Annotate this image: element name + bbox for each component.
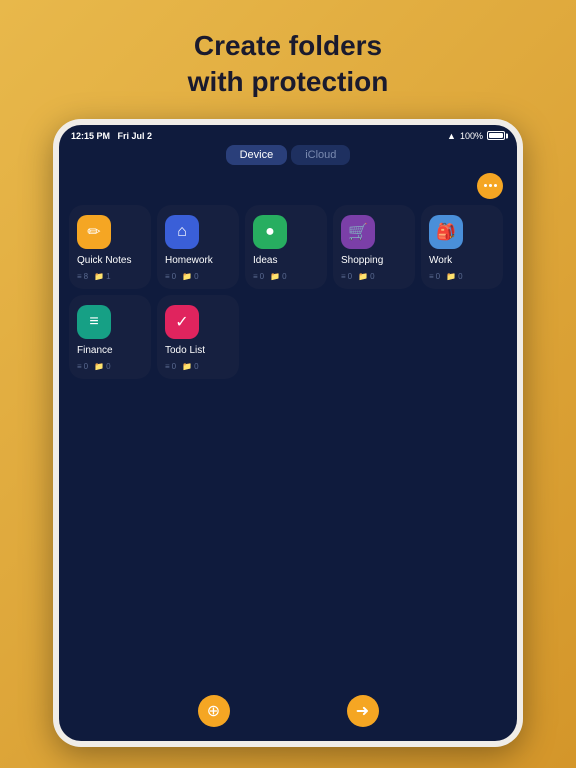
folder-meta-ideas: ≡ 0 📁 0 (253, 272, 287, 281)
import-icon: ➜ (356, 701, 369, 721)
folder-name-ideas: Ideas (253, 255, 277, 266)
folder-icon-work: 🎒 (429, 215, 463, 249)
headline: Create folders with protection (188, 28, 389, 101)
folder-meta-quick-notes: ≡ 8 📁 1 (77, 272, 111, 281)
battery-icon (487, 131, 505, 140)
ipad-frame: 12:15 PM Fri Jul 2 ▲ 100% Device iCloud (53, 119, 523, 747)
dot1 (484, 184, 487, 187)
import-button[interactable]: ➜ (347, 695, 379, 727)
ipad-screen: 12:15 PM Fri Jul 2 ▲ 100% Device iCloud (59, 125, 517, 741)
add-note-button[interactable]: ⊕ (198, 695, 230, 727)
notes-count-todo-list: ≡ 0 (165, 362, 176, 371)
folder-meta-todo-list: ≡ 0 📁 0 (165, 362, 199, 371)
folder-icon-quick-notes: ✏ (77, 215, 111, 249)
bottom-bar: ⊕ ➜ (59, 685, 517, 741)
folders-grid: ✏ Quick Notes ≡ 8 📁 1 ⌂ Homework ≡ (59, 205, 517, 379)
folder-card-homework[interactable]: ⌂ Homework ≡ 0 📁 0 (157, 205, 239, 289)
tab-bar: Device iCloud (59, 145, 517, 171)
subfolders-count-finance: 📁 0 (94, 362, 110, 371)
menu-bar (59, 171, 517, 205)
status-bar: 12:15 PM Fri Jul 2 ▲ 100% (59, 125, 517, 145)
folder-meta-shopping: ≡ 0 📁 0 (341, 272, 375, 281)
dot2 (489, 184, 492, 187)
menu-dots-button[interactable] (477, 173, 503, 199)
subfolders-count-shopping: 📁 0 (358, 272, 374, 281)
folder-name-shopping: Shopping (341, 255, 383, 266)
notes-count-work: ≡ 0 (429, 272, 440, 281)
dot3 (494, 184, 497, 187)
folder-meta-finance: ≡ 0 📁 0 (77, 362, 111, 371)
status-right: ▲ 100% (447, 131, 505, 141)
add-icon: ⊕ (207, 701, 220, 721)
notes-count-quick-notes: ≡ 8 (77, 272, 88, 281)
folder-card-quick-notes[interactable]: ✏ Quick Notes ≡ 8 📁 1 (69, 205, 151, 289)
folder-card-shopping[interactable]: 🛒 Shopping ≡ 0 📁 0 (333, 205, 415, 289)
subfolders-count-todo-list: 📁 0 (182, 362, 198, 371)
folder-icon-todo-list: ✓ (165, 305, 199, 339)
notes-count-finance: ≡ 0 (77, 362, 88, 371)
notes-count-ideas: ≡ 0 (253, 272, 264, 281)
battery-label: 100% (460, 131, 483, 141)
folder-name-work: Work (429, 255, 452, 266)
subfolders-count-work: 📁 0 (446, 272, 462, 281)
folder-card-ideas[interactable]: ● Ideas ≡ 0 📁 0 (245, 205, 327, 289)
subfolders-count-ideas: 📁 0 (270, 272, 286, 281)
subfolders-count-quick-notes: 📁 1 (94, 272, 110, 281)
folder-meta-work: ≡ 0 📁 0 (429, 272, 463, 281)
folder-card-todo-list[interactable]: ✓ Todo List ≡ 0 📁 0 (157, 295, 239, 379)
notes-count-homework: ≡ 0 (165, 272, 176, 281)
folder-name-homework: Homework (165, 255, 213, 266)
folder-icon-finance: ≡ (77, 305, 111, 339)
notes-count-shopping: ≡ 0 (341, 272, 352, 281)
folder-icon-ideas: ● (253, 215, 287, 249)
folder-name-todo-list: Todo List (165, 345, 205, 356)
folder-name-finance: Finance (77, 345, 113, 356)
tab-device[interactable]: Device (226, 145, 288, 165)
folder-icon-homework: ⌂ (165, 215, 199, 249)
folder-card-work[interactable]: 🎒 Work ≡ 0 📁 0 (421, 205, 503, 289)
headline-title: Create folders with protection (188, 28, 389, 101)
folder-icon-shopping: 🛒 (341, 215, 375, 249)
folder-card-finance[interactable]: ≡ Finance ≡ 0 📁 0 (69, 295, 151, 379)
wifi-icon: ▲ (447, 131, 456, 141)
status-time: 12:15 PM Fri Jul 2 (71, 131, 152, 141)
tab-icloud[interactable]: iCloud (291, 145, 350, 165)
folder-meta-homework: ≡ 0 📁 0 (165, 272, 199, 281)
folder-name-quick-notes: Quick Notes (77, 255, 131, 266)
subfolders-count-homework: 📁 0 (182, 272, 198, 281)
